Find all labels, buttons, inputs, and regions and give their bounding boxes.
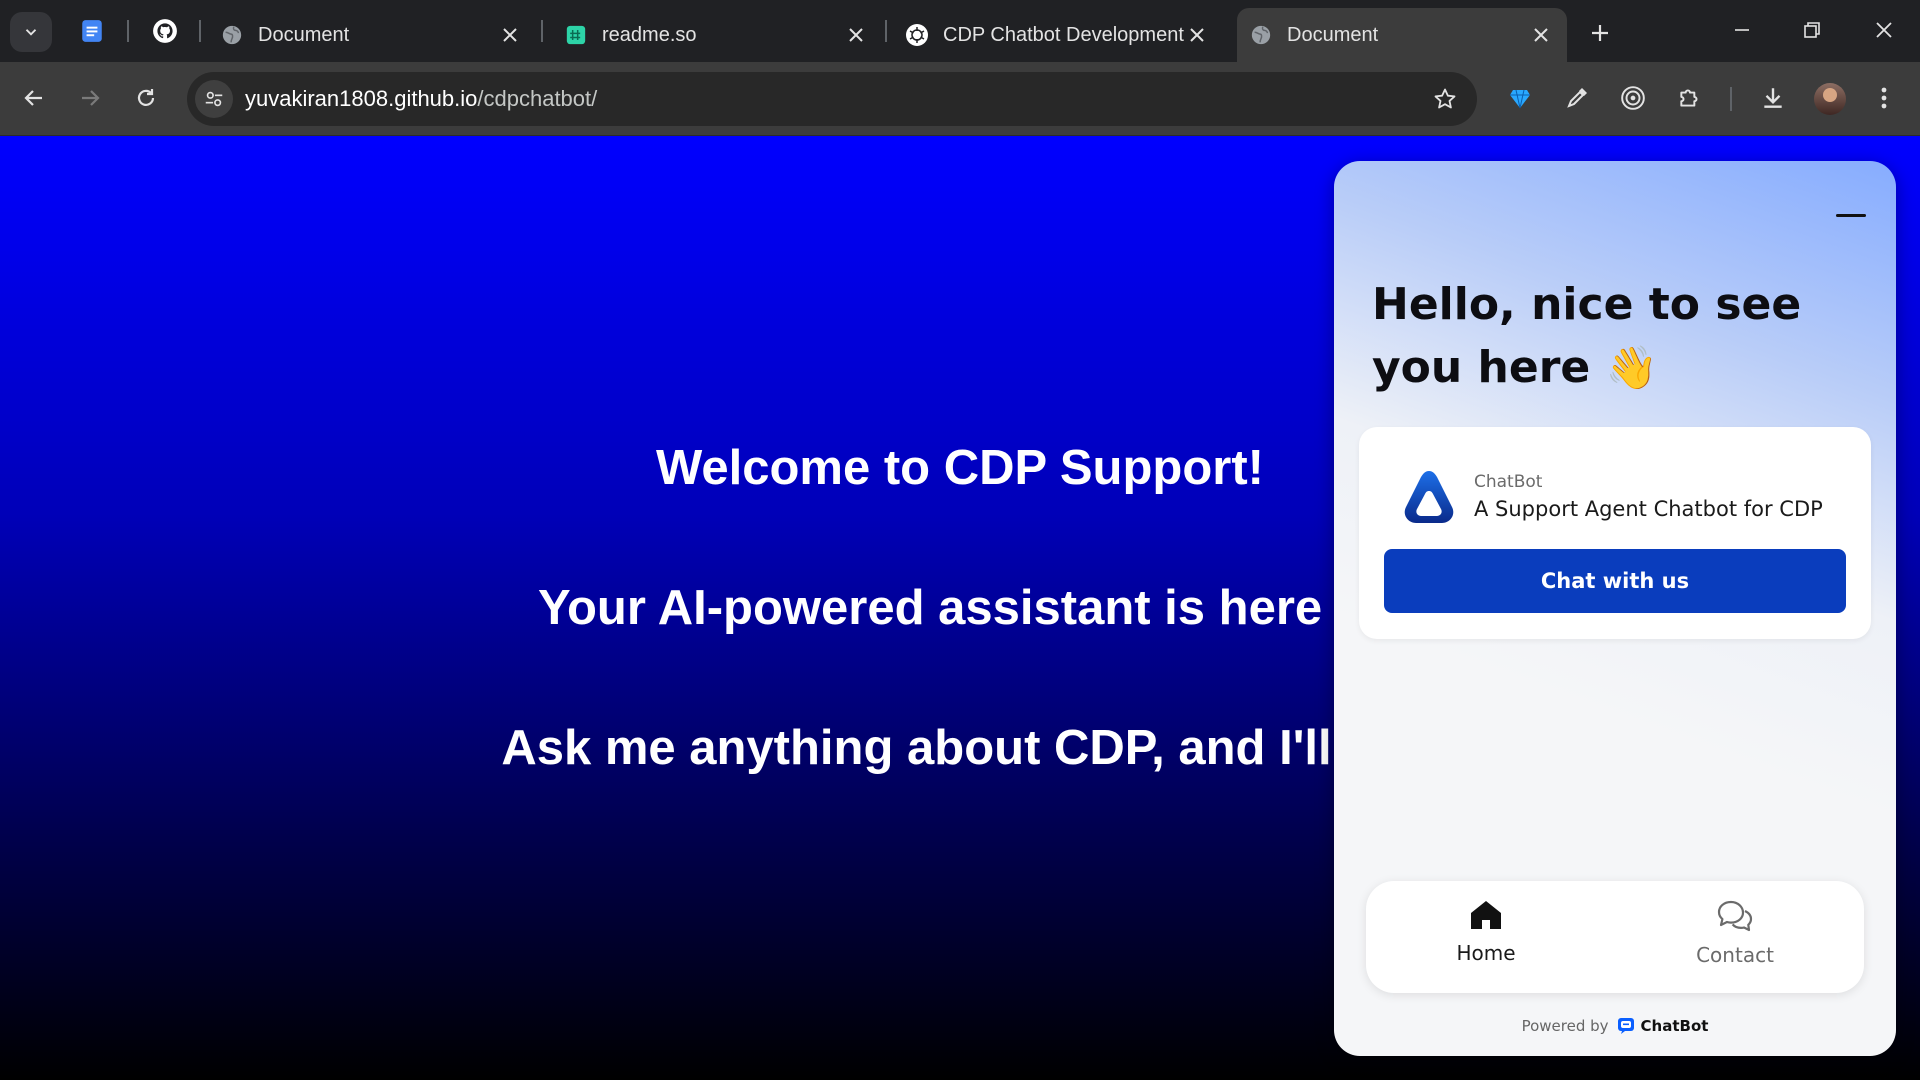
- chat-bubbles-icon: [1717, 900, 1753, 932]
- pinned-tab-google-docs[interactable]: [74, 13, 110, 49]
- extension-target[interactable]: [1613, 78, 1653, 118]
- browser-menu-button[interactable]: [1864, 78, 1904, 118]
- close-icon[interactable]: [1185, 23, 1209, 47]
- close-window-button[interactable]: [1856, 10, 1912, 50]
- minimize-icon: [1735, 29, 1749, 31]
- arrow-right-icon: [82, 90, 100, 106]
- url-path: /cdpchatbot/: [477, 86, 598, 111]
- google-docs-icon: [82, 20, 102, 42]
- close-icon: [1876, 22, 1892, 38]
- star-icon: [1434, 88, 1456, 109]
- site-info-button[interactable]: [195, 80, 233, 118]
- restore-window-button[interactable]: [1784, 10, 1840, 50]
- chat-widget: Hello, nice to see you here 👋 ChatBot A …: [1334, 161, 1896, 1056]
- globe-icon: [222, 25, 242, 45]
- github-icon: [153, 19, 177, 43]
- forward-button[interactable]: [70, 78, 110, 118]
- powered-by-brand: ChatBot: [1640, 1017, 1709, 1035]
- tab-strip: Document readme.so CDP Chatbot Developme…: [0, 0, 1920, 62]
- puzzle-icon: [1680, 89, 1698, 107]
- bot-description: A Support Agent Chatbot for CDP: [1474, 497, 1823, 521]
- tab-title: Document: [258, 23, 350, 46]
- tab-separator: [199, 20, 201, 42]
- nav-home-label: Home: [1456, 941, 1516, 965]
- tab-title: CDP Chatbot Development: [943, 23, 1184, 46]
- bot-name: ChatBot: [1474, 472, 1543, 492]
- tab-search-button[interactable]: [10, 12, 52, 52]
- greeting-line-2: you here: [1372, 342, 1591, 393]
- minimize-widget-button[interactable]: [1836, 205, 1866, 225]
- plus-icon: [1592, 25, 1608, 41]
- extension-eyedropper[interactable]: [1557, 78, 1597, 118]
- pinned-tab-github[interactable]: [147, 13, 183, 49]
- nav-home[interactable]: Home: [1406, 899, 1566, 979]
- openai-icon: [906, 24, 928, 46]
- minus-icon: [1836, 213, 1866, 217]
- url-text: yuvakiran1808.github.io/cdpchatbot/: [245, 86, 597, 112]
- nav-contact[interactable]: Contact: [1655, 899, 1815, 979]
- widget-bottom-nav: Home Contact: [1366, 881, 1864, 993]
- avatar[interactable]: [1814, 83, 1846, 115]
- gem-icon: [1510, 89, 1530, 109]
- target-icon: [1621, 86, 1645, 110]
- restore-icon: [1804, 22, 1820, 38]
- close-icon[interactable]: [1529, 23, 1553, 47]
- greeting-line-1: Hello, nice to see: [1372, 279, 1802, 330]
- chat-with-us-button[interactable]: Chat with us: [1384, 549, 1846, 613]
- minimize-window-button[interactable]: [1714, 10, 1770, 50]
- back-button[interactable]: [14, 78, 54, 118]
- toolbar-separator: [1730, 87, 1732, 111]
- tab-cdp-chatbot-development[interactable]: CDP Chatbot Development: [893, 8, 1223, 62]
- widget-greeting: Hello, nice to see you here 👋: [1372, 273, 1852, 399]
- eyedropper-icon: [1567, 88, 1587, 108]
- arrow-left-icon: [24, 90, 42, 106]
- download-icon: [1764, 88, 1782, 108]
- chatbot-brand-icon: [1617, 1017, 1635, 1035]
- close-icon[interactable]: [498, 23, 522, 47]
- reload-button[interactable]: [126, 78, 166, 118]
- url-host: yuvakiran1808.github.io: [245, 86, 478, 111]
- wave-emoji-icon: 👋: [1605, 343, 1658, 392]
- downloads-button[interactable]: [1753, 78, 1793, 118]
- tab-separator: [885, 20, 887, 42]
- bot-card: ChatBot A Support Agent Chatbot for CDP …: [1359, 427, 1871, 639]
- powered-by-text: Powered by: [1521, 1017, 1609, 1035]
- extensions-button[interactable]: [1670, 78, 1710, 118]
- address-bar[interactable]: yuvakiran1808.github.io/cdpchatbot/: [187, 72, 1477, 126]
- tab-title: Document: [1287, 23, 1379, 46]
- tab-document-active[interactable]: Document: [1237, 8, 1567, 62]
- globe-icon: [1251, 25, 1271, 45]
- bookmark-star-button[interactable]: [1431, 85, 1459, 113]
- home-icon: [1471, 901, 1501, 929]
- chatbot-logo-icon: [1404, 471, 1454, 523]
- tab-separator: [127, 20, 129, 42]
- nav-contact-label: Contact: [1696, 943, 1774, 967]
- readme-icon: [566, 25, 586, 45]
- tune-icon: [205, 91, 223, 107]
- new-tab-button[interactable]: [1584, 17, 1616, 49]
- browser-toolbar: yuvakiran1808.github.io/cdpchatbot/: [0, 62, 1920, 136]
- tab-readme-so[interactable]: readme.so: [552, 8, 882, 62]
- powered-by-footer[interactable]: Powered by ChatBot: [1334, 1017, 1896, 1035]
- kebab-menu-icon: [1881, 87, 1887, 109]
- tab-separator: [541, 20, 543, 42]
- chevron-down-icon: [25, 29, 37, 36]
- tab-title: readme.so: [602, 23, 697, 46]
- extension-gem[interactable]: [1500, 78, 1540, 118]
- reload-icon: [137, 89, 155, 106]
- close-icon[interactable]: [844, 23, 868, 47]
- tab-document-1[interactable]: Document: [208, 8, 536, 62]
